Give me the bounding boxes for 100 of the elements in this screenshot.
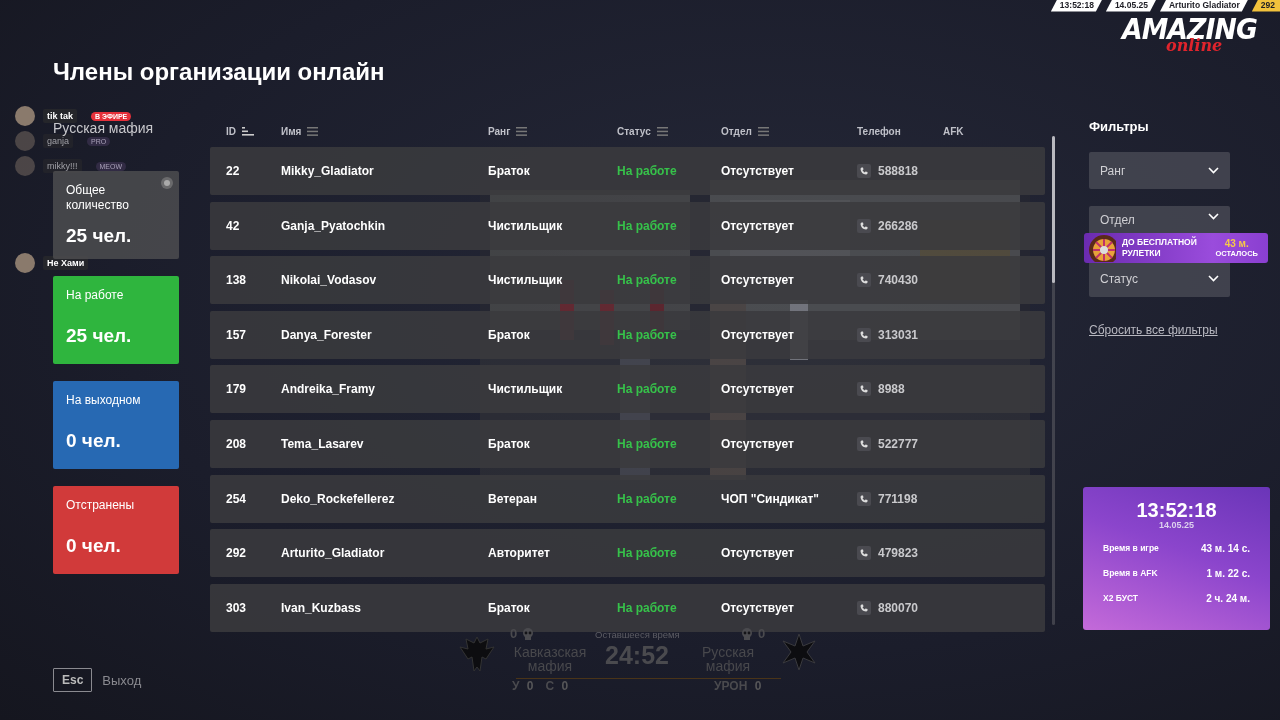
phone-icon: [857, 382, 871, 397]
phone-icon: [857, 218, 871, 233]
member-department: Отсутствует: [721, 218, 795, 233]
column-header[interactable]: Имя: [281, 125, 302, 137]
member-row[interactable]: 157 Danya_Forester Браток На работе Отсутствует 313031: [210, 310, 1045, 359]
hud-time: 13:52:18: [1050, 0, 1102, 12]
member-department: Отсутствует: [721, 600, 795, 615]
clock-time: 13:52:18: [1135, 500, 1218, 520]
member-id: 138: [226, 273, 248, 288]
member-id: 208: [226, 436, 248, 451]
member-id: 22: [226, 164, 241, 178]
member-phone: 740430: [878, 273, 919, 288]
stat-value: 2 ч. 24 м.: [1206, 593, 1250, 606]
toggle-icon: [161, 177, 173, 189]
member-name: Tema_Lasarev: [281, 436, 365, 451]
phone-icon: [857, 327, 871, 342]
member-department: Отсутствует: [721, 164, 795, 178]
stat-label: На выходном: [66, 393, 142, 408]
member-phone: 313031: [878, 327, 919, 342]
phone-icon: [857, 273, 871, 288]
member-name: Ivan_Kuzbass: [281, 600, 363, 615]
member-rank: Браток: [488, 600, 531, 615]
stat-value: 0 чел.: [66, 535, 121, 557]
member-id: 157: [226, 327, 248, 342]
stat-value: 0 чел.: [66, 430, 121, 452]
stat-label: Отстранены: [66, 498, 136, 513]
reset-filters-link[interactable]: Сбросить все фильтры: [1089, 323, 1264, 337]
skull-icon: [741, 627, 753, 640]
member-rank: Чистильщик: [488, 218, 564, 233]
member-phone: 479823: [878, 546, 919, 561]
member-department: Отсутствует: [721, 327, 795, 342]
stat-label: Время в игре: [1103, 543, 1159, 555]
avatar-icon: [15, 131, 35, 151]
member-status: На работе: [617, 600, 678, 615]
member-id: 292: [226, 546, 248, 561]
sort-icon: [242, 126, 254, 136]
column-header[interactable]: ID: [226, 125, 236, 137]
member-phone: 588818: [878, 164, 919, 178]
filters-title: Фильтры: [1089, 119, 1150, 134]
hud-date: 14.05.25: [1105, 0, 1156, 12]
column-header[interactable]: Отдел: [721, 125, 752, 137]
member-row[interactable]: 42 Ganja_Pyatochkin Чистильщик На работе Отсутствует 266286: [210, 201, 1045, 250]
avatar-icon: [15, 156, 35, 176]
member-phone: 771198: [878, 491, 918, 506]
filter-dropdown[interactable]: Ранг: [1089, 152, 1230, 189]
member-name: Danya_Forester: [281, 327, 373, 342]
member-department: Отсутствует: [721, 546, 795, 561]
avatar-icon: [15, 253, 35, 273]
member-department: Отсутствует: [721, 436, 795, 451]
stat-value: 25 чел.: [66, 225, 132, 247]
player-name: Arturito Gladiator: [1159, 0, 1248, 12]
member-name: Nikolai_Vodasov: [281, 273, 378, 288]
organization-name: Русская мафия: [53, 120, 155, 136]
stat-label: Общее количество: [66, 183, 130, 213]
member-id: 42: [226, 218, 241, 233]
chevron-down-icon: [1208, 213, 1219, 220]
member-row[interactable]: 292 Arturito_Gladiator Авторитет На работе Отсутствует 479823: [210, 529, 1045, 578]
member-rank: Чистильщик: [488, 273, 564, 288]
column-header[interactable]: Телефон: [857, 125, 901, 137]
filter-icon: [307, 126, 319, 136]
phone-icon: [857, 600, 871, 615]
member-status: На работе: [617, 491, 678, 506]
stat-label: Время в AFK: [1103, 568, 1158, 580]
stat-label: На работе: [66, 288, 125, 303]
timer-caption: Оставшееся время: [595, 629, 680, 640]
skull-icon: [522, 627, 535, 640]
member-rank: Браток: [488, 436, 531, 451]
member-id: 303: [226, 600, 248, 615]
member-status: На работе: [617, 546, 678, 561]
avatar-icon: [15, 106, 35, 126]
member-phone: 880070: [878, 600, 919, 615]
member-name: Mikky_Gladiator: [281, 164, 375, 178]
member-rank: Браток: [488, 164, 531, 178]
member-department: Отсутствует: [721, 273, 795, 288]
filter-icon: [516, 126, 528, 136]
player-level: 292: [1251, 0, 1280, 12]
member-row[interactable]: 22 Mikky_Gladiator Браток На работе Отсутствует 588818: [210, 147, 1045, 195]
phone-icon: [857, 436, 871, 451]
member-rank: Ветеран: [488, 491, 538, 506]
member-row[interactable]: 208 Tema_Lasarev Браток На работе Отсутствует 522777: [210, 419, 1045, 468]
esc-key-button[interactable]: Esc: [53, 668, 93, 692]
member-department: Отсутствует: [721, 382, 795, 397]
column-header[interactable]: Ранг: [488, 125, 511, 137]
member-row[interactable]: 179 Andreika_Framy Чистильщик На работе Отсутствует 8988: [210, 365, 1045, 414]
page-title: Члены организации онлайн: [53, 58, 386, 86]
member-rank: Чистильщик: [488, 382, 564, 397]
member-name: Deko_Rockefellerez: [281, 491, 396, 506]
filter-icon: [757, 126, 769, 136]
exit-label[interactable]: Выход: [102, 672, 142, 688]
column-header[interactable]: AFK: [943, 125, 964, 137]
column-header[interactable]: Статус: [617, 125, 651, 137]
member-status: На работе: [617, 327, 678, 342]
member-row[interactable]: 254 Deko_Rockefellerez Ветеран На работе ЧОП "Синдикат" 771198: [210, 474, 1045, 523]
member-row[interactable]: 138 Nikolai_Vodasov Чистильщик На работе Отсутствует 740430: [210, 256, 1045, 305]
member-name: Andreika_Framy: [281, 382, 377, 397]
member-status: На работе: [617, 382, 678, 397]
phone-icon: [857, 546, 871, 561]
member-phone: 522777: [878, 436, 919, 451]
member-row[interactable]: 303 Ivan_Kuzbass Браток На работе Отсутствует 880070: [210, 583, 1045, 632]
member-id: 254: [226, 491, 248, 506]
